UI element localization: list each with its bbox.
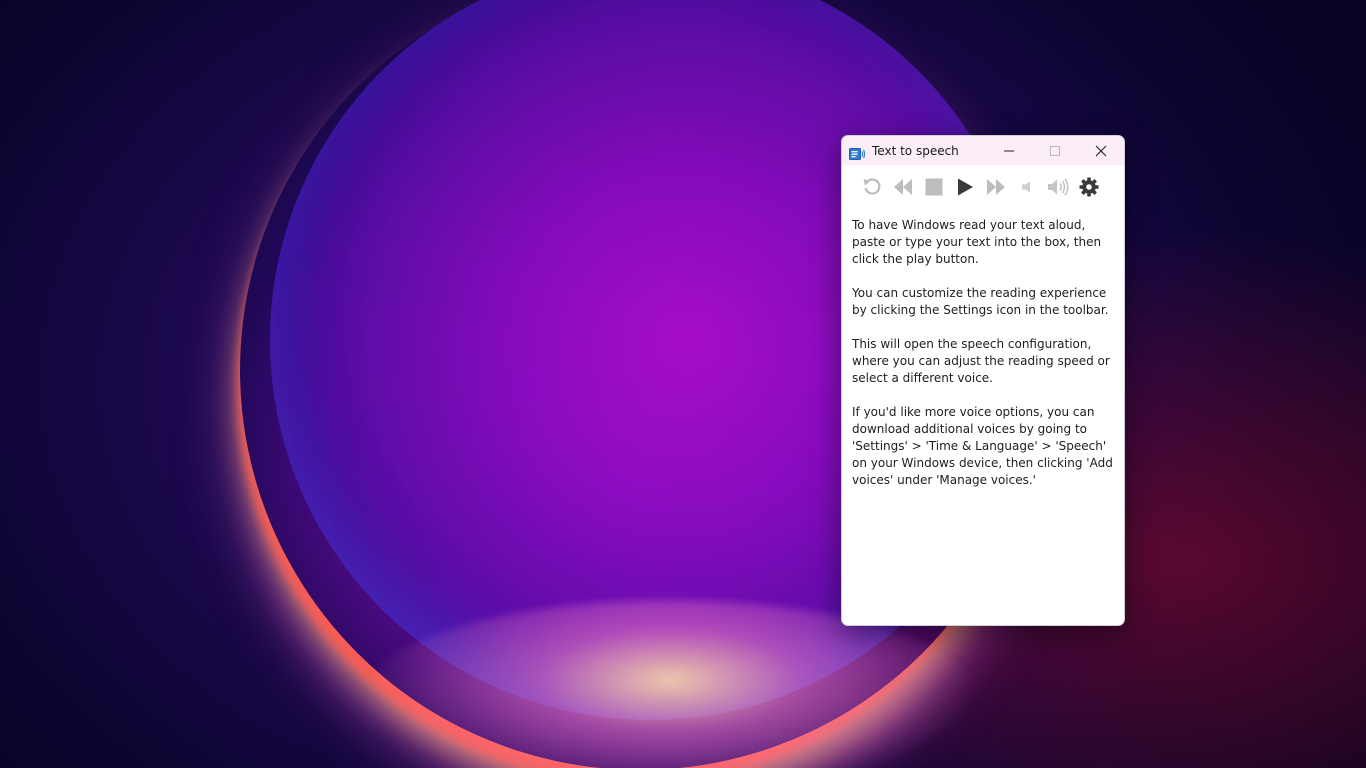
volume-up-icon <box>1047 178 1069 196</box>
stop-button[interactable] <box>918 172 949 202</box>
play-button[interactable] <box>949 172 980 202</box>
instruction-paragraph: If you'd like more voice options, you ca… <box>852 405 1113 487</box>
instruction-paragraph: You can customize the reading experience… <box>852 286 1109 317</box>
fast-forward-icon <box>986 179 1005 195</box>
playback-toolbar <box>842 165 1124 209</box>
settings-button[interactable] <box>1073 172 1104 202</box>
stop-icon <box>925 178 942 196</box>
instruction-paragraph: This will open the speech configuration,… <box>852 337 1110 385</box>
speaker-window-icon <box>849 145 866 160</box>
play-icon <box>957 178 973 196</box>
rewind-icon <box>893 179 912 195</box>
gear-icon <box>1079 177 1098 197</box>
window-title: Text to speech <box>872 143 959 158</box>
title-bar[interactable]: Text to speech <box>842 136 1124 165</box>
minimize-icon <box>1004 150 1014 151</box>
replay-icon <box>863 178 880 195</box>
volume-up-button[interactable] <box>1042 172 1073 202</box>
text-to-speech-window: Text to speech To have Windows read your… <box>841 135 1125 626</box>
volume-down-icon <box>1021 181 1030 193</box>
desktop-wallpaper <box>0 0 1366 768</box>
rewind-button[interactable] <box>887 172 918 202</box>
close-icon <box>1095 145 1107 156</box>
maximize-button[interactable] <box>1032 136 1078 165</box>
volume-down-button[interactable] <box>1011 172 1042 202</box>
close-button[interactable] <box>1078 136 1124 165</box>
minimize-button[interactable] <box>986 136 1032 165</box>
text-input-area[interactable]: To have Windows read your text aloud, pa… <box>842 209 1124 489</box>
maximize-icon <box>1050 145 1060 156</box>
fast-forward-button[interactable] <box>980 172 1011 202</box>
replay-button[interactable] <box>856 172 887 202</box>
instruction-paragraph: To have Windows read your text aloud, pa… <box>852 218 1102 266</box>
